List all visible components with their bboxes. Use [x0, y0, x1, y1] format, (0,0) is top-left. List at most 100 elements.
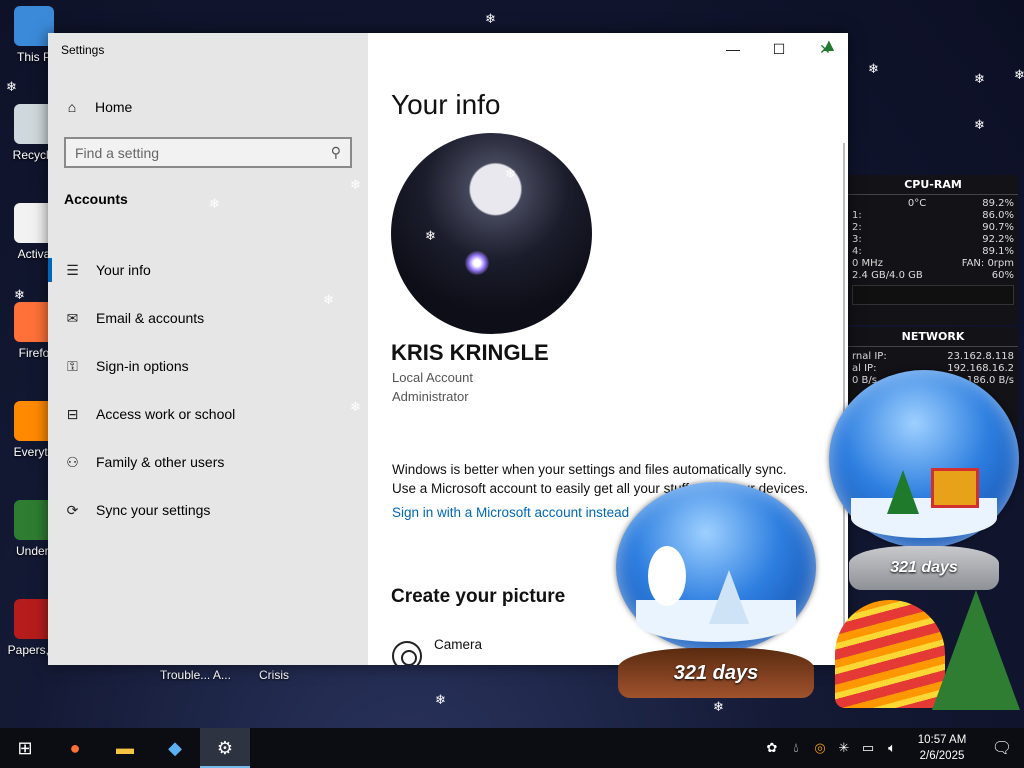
snowflake-icon: ❄ [974, 71, 985, 86]
cpu-core-label: 2: [852, 222, 862, 233]
camera-label: Camera [434, 637, 483, 652]
accounts-nav: ☰ Your info ✉ Email & accounts ⚿ Sign-in opti… [48, 246, 368, 534]
cpu-freq: 0 MHz [852, 258, 883, 269]
app-icon: ◆ [168, 737, 182, 758]
desktop-icon-label-crisis[interactable]: Crisis [259, 668, 289, 682]
cpu-core-value: 92.2% [982, 234, 1014, 245]
snowflake-icon: ❄ [868, 61, 879, 76]
taskbar-settings[interactable]: ⚙ [200, 728, 250, 768]
cpu-core-value: 90.7% [982, 222, 1014, 233]
cpu-core-row: 2: 90.7% [848, 222, 1018, 234]
cpu-ram-widget: CPU-RAM 0°C 89.2% 1: 86.0% 2: 90.7% 3: 92.2% 4… [848, 175, 1018, 325]
sidebar-item-label: Sync your settings [96, 502, 211, 518]
firefox-icon: ● [69, 737, 81, 758]
globe-days-counter: 321 days [618, 648, 814, 698]
sync-icon: ⟳ [66, 501, 79, 518]
person-card-icon: ☰ [66, 261, 79, 278]
snowglobe-right-widget: 321 days [827, 370, 1021, 595]
avatar-glow [465, 251, 489, 275]
spiral-tree-decoration [835, 600, 945, 708]
sidebar-item-label: Family & other users [96, 454, 225, 470]
cpu-temp: 0°C [907, 198, 927, 209]
snowflake-icon: ❄ [435, 692, 446, 707]
nav-home[interactable]: ⌂ Home [64, 95, 364, 119]
christmas-tree-icon [932, 590, 1020, 710]
snowflake-icon: ❄ [6, 79, 17, 94]
network-row-value: 23.162.8.118 [947, 351, 1014, 362]
volume-icon[interactable]: 🔈︎ [880, 740, 904, 756]
avatar [391, 133, 592, 334]
system-tray: ✿ 💧︎ ◎ ✳ ▭ 🔈︎ 10:57 AM 2/6/2025 🗨︎ [760, 728, 1024, 768]
settings-sidebar: Settings ⌂ Home Find a setting ⚲ Account… [48, 33, 368, 665]
ram-percent: 60% [991, 270, 1014, 281]
search-input[interactable]: Find a setting ⚲ [64, 137, 352, 168]
search-placeholder: Find a setting [75, 144, 160, 161]
account-type: Local Account [392, 370, 473, 385]
accounts-heading: Accounts [64, 191, 128, 207]
notification-icon[interactable]: 🗨︎ [980, 738, 1024, 758]
briefcase-icon: ⊟ [66, 405, 79, 422]
add-person-icon: ⚇ [66, 453, 79, 470]
sidebar-item-your-info[interactable]: ☰ Your info [48, 246, 368, 294]
sync-message-line1: Windows is better when your settings and… [392, 462, 787, 477]
snowflake-icon: ❄ [1014, 67, 1024, 82]
microsoft-signin-link[interactable]: Sign in with a Microsoft account instead [392, 505, 629, 520]
snowflake-icon: ❄ [505, 166, 516, 181]
snowflake-icon: ❄ [209, 196, 220, 211]
cpu-core-label: 1: [852, 210, 862, 221]
key-icon: ⚿ [67, 357, 78, 374]
sidebar-item-family-other-users[interactable]: ⚇ Family & other users [48, 438, 368, 486]
cpu-fan: FAN: 0rpm [961, 258, 1014, 269]
sidebar-item-sign-in-options[interactable]: ⚿ Sign-in options [48, 342, 368, 390]
snowflake-icon: ❄ [350, 399, 361, 414]
sidebar-item-label: Sign-in options [96, 358, 189, 374]
snowy-tree-icon [709, 570, 749, 624]
windows-icon: ⊞ [17, 737, 33, 758]
taskbar-app[interactable]: ◆ [150, 728, 200, 768]
tree-icon: ▲ [820, 35, 838, 55]
taskbar: ⊞ ● ▬ ◆ ⚙ ✿ 💧︎ ◎ ✳ ▭ 🔈︎ 10:57 AM 2/6/202… [0, 728, 1024, 768]
ram-usage: 2.4 GB/4.0 GB [852, 270, 923, 281]
sidebar-item-label: Your info [96, 262, 151, 278]
sidebar-item-access-work-or-school[interactable]: ⊟ Access work or school [48, 390, 368, 438]
network-row: rnal IP: 23.162.8.118 [848, 351, 1018, 363]
taskbar-firefox[interactable]: ● [50, 728, 100, 768]
tray-drop-icon[interactable]: 💧︎ [784, 740, 808, 756]
snowflake-icon: ❄ [974, 117, 985, 132]
clock-time: 10:57 AM [917, 734, 967, 746]
start-button[interactable]: ⊞ [0, 728, 50, 768]
ram-graph [852, 285, 1014, 305]
sidebar-item-sync-your-settings[interactable]: ⟳ Sync your settings [48, 486, 368, 534]
camera-icon [392, 641, 422, 665]
snowglobe-left-widget: 321 days [614, 482, 818, 702]
camera-option[interactable]: Camera [392, 637, 482, 665]
cpu-core-value: 89.1% [982, 246, 1014, 257]
page-title: Your info [391, 89, 501, 120]
window-title: Settings [61, 43, 105, 57]
cpu-core-row: 1: 86.0% [848, 210, 1018, 222]
mail-icon: ✉ [66, 309, 79, 326]
desktop-icon-label-trouble[interactable]: Trouble... A... [160, 668, 231, 682]
search-icon[interactable]: ⚲ [331, 144, 341, 161]
tray-snowflake-icon[interactable]: ✳ [832, 740, 856, 756]
taskbar-clock[interactable]: 10:57 AM 2/6/2025 [904, 732, 980, 764]
tray-app-icon[interactable]: ✿ [760, 740, 784, 756]
gear-icon: ⚙ [216, 737, 234, 758]
account-role: Administrator [392, 389, 469, 404]
network-icon[interactable]: ▭ [856, 740, 880, 756]
snowflake-icon: ❄ [425, 228, 436, 243]
cpu-ram-title: CPU-RAM [848, 175, 1018, 195]
tray-app-icon[interactable]: ◎ [808, 740, 832, 756]
snowflake-icon: ❄ [14, 287, 25, 302]
sidebar-item-label: Email & accounts [96, 310, 205, 326]
cpu-load: 89.2% [982, 198, 1014, 209]
cpu-core-value: 86.0% [982, 210, 1014, 221]
nav-home-label: Home [95, 99, 133, 115]
gift-icon [931, 468, 979, 508]
snowflake-icon: ❄ [485, 11, 496, 26]
taskbar-file-explorer[interactable]: ▬ [100, 728, 150, 768]
folder-icon: ▬ [116, 737, 134, 758]
sidebar-item-email-accounts[interactable]: ✉ Email & accounts [48, 294, 368, 342]
cpu-core-row: 4: 89.1% [848, 246, 1018, 258]
cpu-core-label: 3: [852, 234, 862, 245]
